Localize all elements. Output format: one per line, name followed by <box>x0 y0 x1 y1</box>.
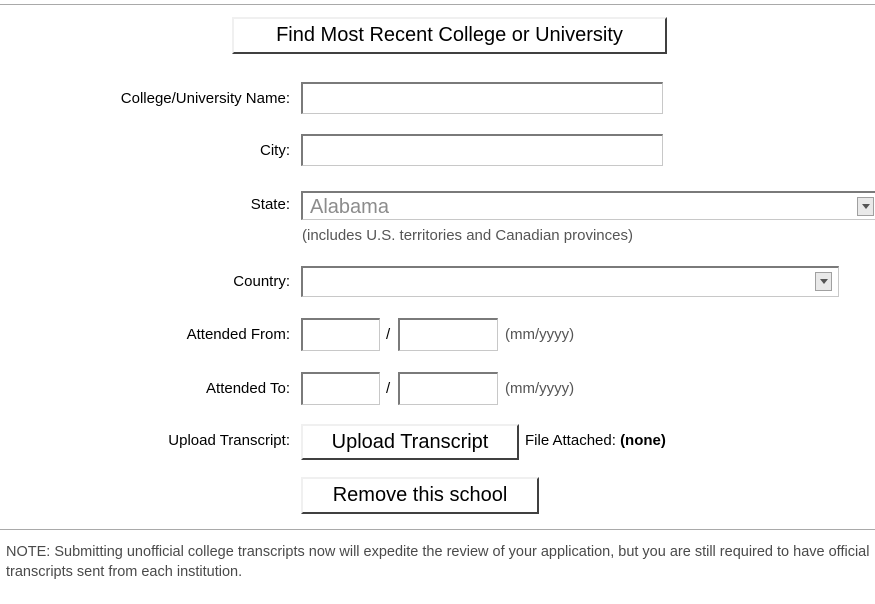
city-label: City: <box>260 142 290 159</box>
attended-from-separator: / <box>386 326 391 343</box>
country-select[interactable] <box>301 266 839 297</box>
file-attached-label: File Attached: <box>525 432 616 449</box>
file-attached-status: File Attached: (none) <box>525 432 666 450</box>
remove-school-button[interactable]: Remove this school <box>301 477 539 514</box>
attended-to-year-input[interactable] <box>398 372 498 405</box>
city-input[interactable] <box>301 134 663 166</box>
attended-to-label: Attended To: <box>206 380 290 397</box>
file-attached-value: (none) <box>620 432 666 449</box>
state-selected-value: Alabama <box>310 196 389 218</box>
remove-school-button-label: Remove this school <box>332 484 508 506</box>
top-divider <box>0 4 875 5</box>
attended-to-separator: / <box>386 380 391 397</box>
bottom-divider <box>0 529 875 530</box>
attended-to-format-hint: (mm/yyyy) <box>505 380 575 397</box>
transcript-note: NOTE: Submitting unofficial college tran… <box>6 544 870 580</box>
chevron-down-icon <box>819 279 828 284</box>
chevron-down-icon <box>861 204 870 209</box>
find-college-button[interactable]: Find Most Recent College or University <box>232 17 667 54</box>
college-name-label: College/University Name: <box>120 90 290 107</box>
state-select[interactable]: Alabama <box>301 191 875 220</box>
attended-from-format-hint: (mm/yyyy) <box>505 326 575 343</box>
upload-transcript-button[interactable]: Upload Transcript <box>301 424 519 460</box>
attended-to-month-input[interactable] <box>301 372 380 405</box>
find-college-button-label: Find Most Recent College or University <box>276 24 623 46</box>
country-dropdown-button[interactable] <box>815 272 832 291</box>
country-label: Country: <box>233 273 290 290</box>
state-label: State: <box>250 196 290 213</box>
state-hint: (includes U.S. territories and Canadian … <box>302 227 633 244</box>
upload-transcript-button-label: Upload Transcript <box>331 430 489 453</box>
state-dropdown-button[interactable] <box>857 197 874 216</box>
attended-from-year-input[interactable] <box>398 318 498 351</box>
upload-transcript-label: Upload Transcript: <box>168 432 290 449</box>
college-name-input[interactable] <box>301 82 663 114</box>
attended-from-month-input[interactable] <box>301 318 380 351</box>
attended-from-label: Attended From: <box>186 326 290 343</box>
